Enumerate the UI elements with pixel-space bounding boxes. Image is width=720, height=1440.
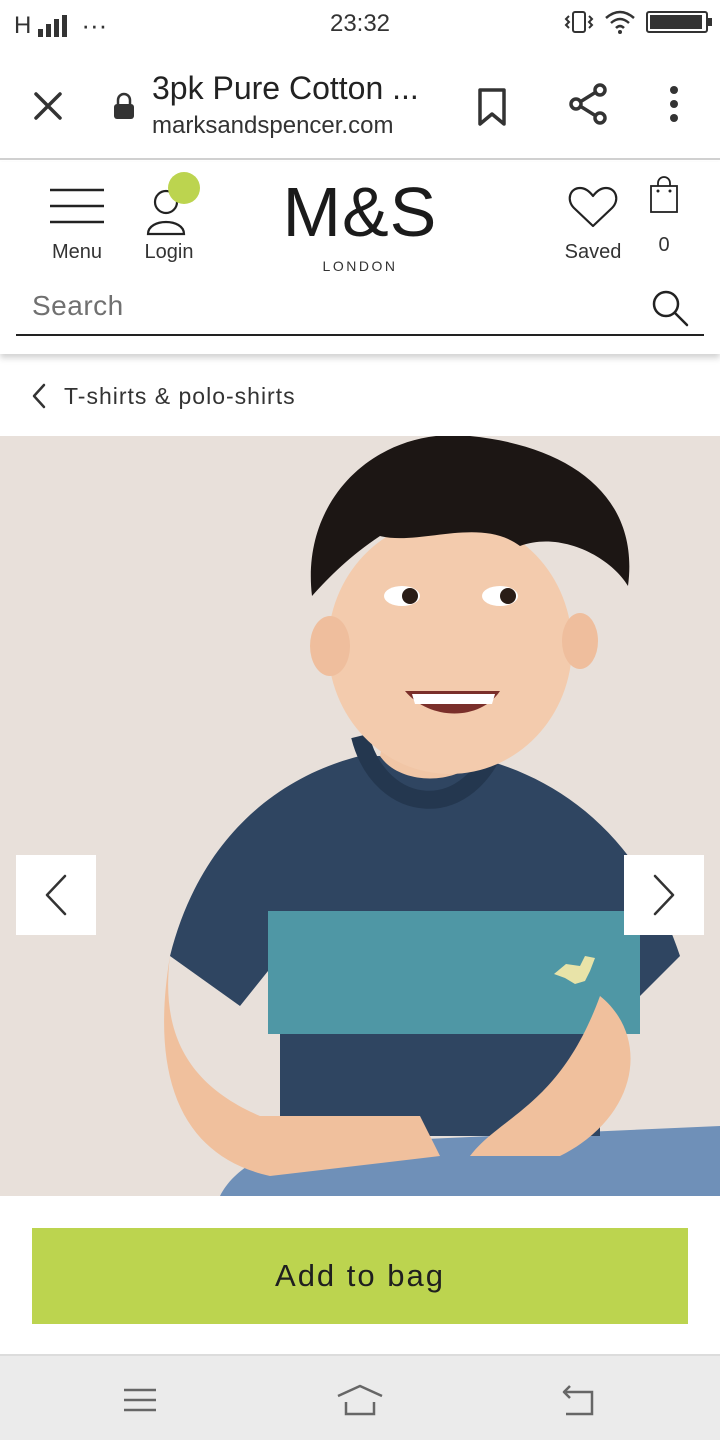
shopping-bag-icon xyxy=(650,176,678,213)
recent-apps-icon[interactable] xyxy=(120,1380,160,1420)
user-icon xyxy=(146,172,200,236)
close-icon[interactable] xyxy=(24,82,72,130)
search-icon[interactable] xyxy=(650,288,690,328)
carousel-prev-button[interactable] xyxy=(16,855,96,935)
bag-button[interactable]: 0 xyxy=(642,176,686,260)
login-badge xyxy=(168,172,200,204)
product-image-carousel[interactable] xyxy=(0,436,720,1196)
battery-level-fill xyxy=(650,15,703,29)
back-icon[interactable] xyxy=(558,1380,598,1420)
status-icons xyxy=(564,10,712,34)
more-vertical-icon[interactable] xyxy=(652,80,696,128)
vibrate-icon xyxy=(564,11,594,33)
menu-label: Menu xyxy=(51,241,103,263)
login-button[interactable]: Login xyxy=(132,172,206,264)
system-navigation-bar xyxy=(0,1354,720,1440)
add-to-bag-button[interactable]: Add to bag xyxy=(32,1228,688,1324)
breadcrumb[interactable]: T-shirts & polo-shirts xyxy=(28,376,296,416)
breadcrumb-label: T-shirts & polo-shirts xyxy=(64,382,296,409)
battery-icon xyxy=(646,11,712,33)
page-domain[interactable]: marksandspencer.com xyxy=(152,112,393,140)
lock-icon xyxy=(114,92,134,119)
product-photo xyxy=(0,436,720,1196)
login-label: Login xyxy=(144,241,194,263)
page-title[interactable]: 3pk Pure Cotton ... xyxy=(152,70,452,107)
saved-button[interactable]: Saved xyxy=(556,182,630,264)
bag-count: 0 xyxy=(658,234,670,256)
browser-toolbar: 3pk Pure Cotton ... marksandspencer.com xyxy=(0,50,720,160)
heart-icon xyxy=(568,186,618,228)
menu-button[interactable]: Menu xyxy=(38,184,116,264)
hamburger-icon xyxy=(50,188,104,224)
search-bar xyxy=(16,282,704,336)
site-header: Menu Login M&S LONDON Saved 0 xyxy=(0,162,720,354)
chevron-right-icon xyxy=(653,874,675,916)
saved-label: Saved xyxy=(564,241,622,263)
logo-subtext: LONDON xyxy=(322,258,398,274)
search-input[interactable] xyxy=(32,288,632,324)
chevron-left-icon xyxy=(45,874,67,916)
logo-text: M&S xyxy=(282,173,438,251)
chevron-left-icon xyxy=(32,383,46,409)
status-bar: H ··· 23:32 xyxy=(0,0,720,50)
wifi-icon xyxy=(605,10,635,34)
share-icon[interactable] xyxy=(564,80,612,128)
home-icon[interactable] xyxy=(334,1380,386,1420)
brand-logo[interactable]: M&S LONDON xyxy=(270,172,450,274)
bookmark-icon[interactable] xyxy=(470,82,514,130)
carousel-next-button[interactable] xyxy=(624,855,704,935)
